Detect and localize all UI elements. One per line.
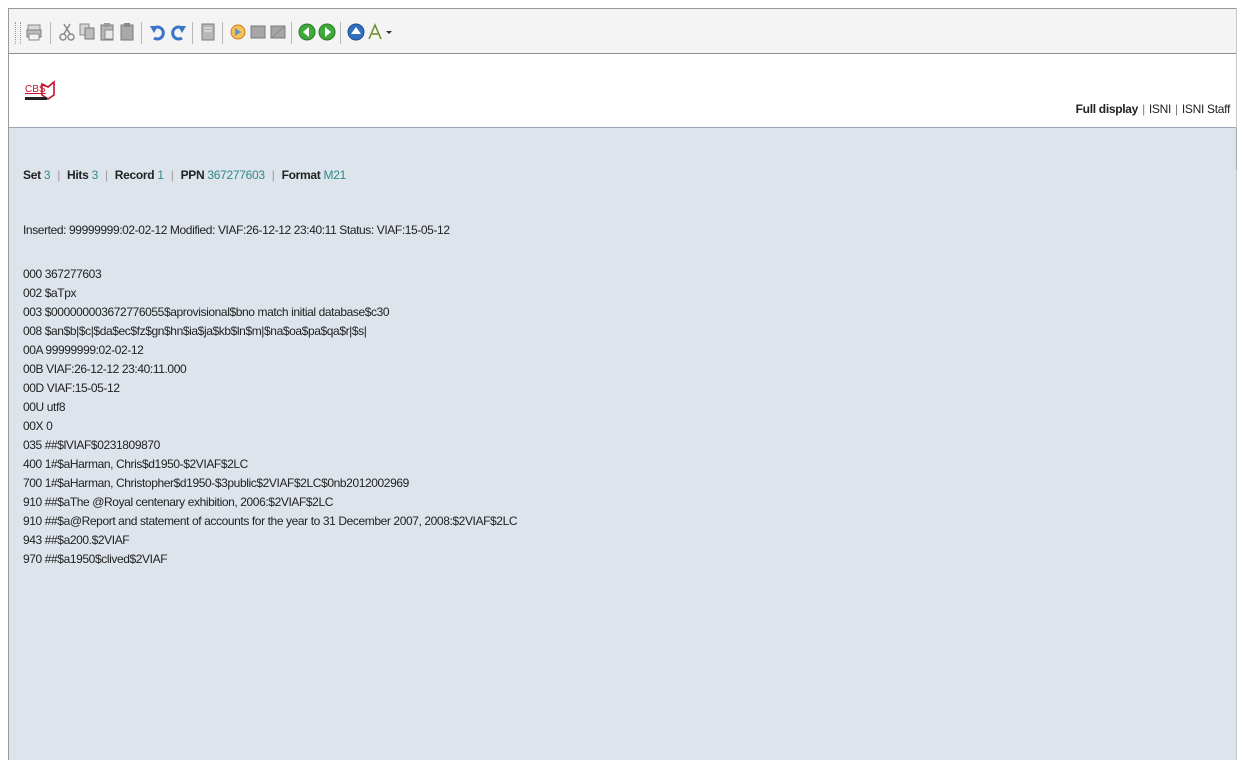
record-content: Set 3 | Hits 3 | Record 1 | PPN 367277603 | Form… <box>9 128 1236 760</box>
redo-icon[interactable] <box>169 22 187 42</box>
nav-full-display[interactable]: Full display <box>1076 102 1139 116</box>
page-header: CBS Full display | ISNI | ISNI Staff <box>9 54 1236 128</box>
set-label: Set <box>23 168 41 182</box>
ppn-value: 367277603 <box>207 168 265 182</box>
marc-field: 00X 0 <box>23 419 53 433</box>
nav-separator: | <box>1175 102 1178 116</box>
record-status-bar: Set 3 | Hits 3 | Record 1 | PPN 367277603 | Form… <box>23 168 346 182</box>
marc-field: 00B VIAF:26-12-12 23:40:11.000 <box>23 362 187 376</box>
marc-field: 700 1#$aHarman, Christopher$d1950-$3publ… <box>23 476 409 490</box>
paste-special-icon[interactable] <box>118 22 136 42</box>
status-separator: | <box>57 168 61 182</box>
format-value: M21 <box>323 168 347 182</box>
status-separator: | <box>104 168 108 182</box>
record-value: 1 <box>157 168 164 182</box>
nav-isni-staff[interactable]: ISNI Staff <box>1182 102 1230 116</box>
toolbar-separator <box>340 22 341 44</box>
marc-field-list: 000 367277603 002 $aTpx 003 $00000000367… <box>23 265 518 569</box>
forward-icon[interactable] <box>318 22 336 42</box>
panel-icon[interactable] <box>249 22 267 42</box>
back-icon[interactable] <box>298 22 316 42</box>
toolbar <box>9 9 1236 54</box>
toolbar-separator <box>192 22 193 44</box>
page-icon[interactable] <box>199 22 217 42</box>
marc-field: 00A 99999999:02-02-12 <box>23 343 144 357</box>
nav-isni[interactable]: ISNI <box>1149 102 1171 116</box>
toolbar-separator <box>141 22 142 44</box>
top-navigation: Full display | ISNI | ISNI Staff <box>1076 102 1231 116</box>
marc-field: 000 367277603 <box>23 267 102 281</box>
marc-field: 008 $an$b|$c|$da$ec$fz$gn$hn$ia$ja$kb$ln… <box>23 324 367 338</box>
dropdown-arrow-icon[interactable] <box>385 22 393 42</box>
toolbar-separator <box>291 22 292 44</box>
marc-field: 970 ##$a1950$clived$2VIAF <box>23 552 168 566</box>
marc-field: 003 $000000003672776055$aprovisional$bno… <box>23 305 390 319</box>
status-separator: | <box>271 168 275 182</box>
paste-icon[interactable] <box>98 22 116 42</box>
hits-value: 3 <box>91 168 99 182</box>
browser-frame: CBS Full display | ISNI | ISNI Staff Set 3 | H… <box>8 8 1237 760</box>
cbs-logo[interactable]: CBS <box>25 80 55 102</box>
nav-separator: | <box>1142 102 1145 116</box>
toolbar-grip[interactable] <box>15 22 21 44</box>
panel-alt-icon[interactable] <box>269 22 287 42</box>
marc-field: 002 $aTpx <box>23 286 77 300</box>
ppn-label: PPN <box>180 168 205 182</box>
cut-icon[interactable] <box>58 22 76 42</box>
marc-field: 035 ##$lVIAF$0231809870 <box>23 438 160 452</box>
print-icon[interactable] <box>25 22 43 42</box>
copy-icon[interactable] <box>78 22 96 42</box>
marc-field: 943 ##$a200.$2VIAF <box>23 533 130 547</box>
status-separator: | <box>170 168 174 182</box>
marc-field: 910 ##$aThe @Royal centenary exhibition,… <box>23 495 333 509</box>
hits-label: Hits <box>67 168 89 182</box>
marc-field: 910 ##$a@Report and statement of account… <box>23 514 518 528</box>
toolbar-separator <box>50 22 51 44</box>
undo-icon[interactable] <box>149 22 167 42</box>
record-dates-line: Inserted: 99999999:02-02-12 Modified: VI… <box>23 223 450 237</box>
marc-field: 00D VIAF:15-05-12 <box>23 381 120 395</box>
up-icon[interactable] <box>347 22 365 42</box>
marc-field: 400 1#$aHarman, Chris$d1950-$2VIAF$2LC <box>23 457 248 471</box>
record-label: Record <box>114 168 155 182</box>
text-tool-icon[interactable] <box>367 22 385 42</box>
toolbar-separator <box>222 22 223 44</box>
refresh-icon[interactable] <box>229 22 247 42</box>
format-label: Format <box>281 168 321 182</box>
marc-field: 00U utf8 <box>23 400 66 414</box>
